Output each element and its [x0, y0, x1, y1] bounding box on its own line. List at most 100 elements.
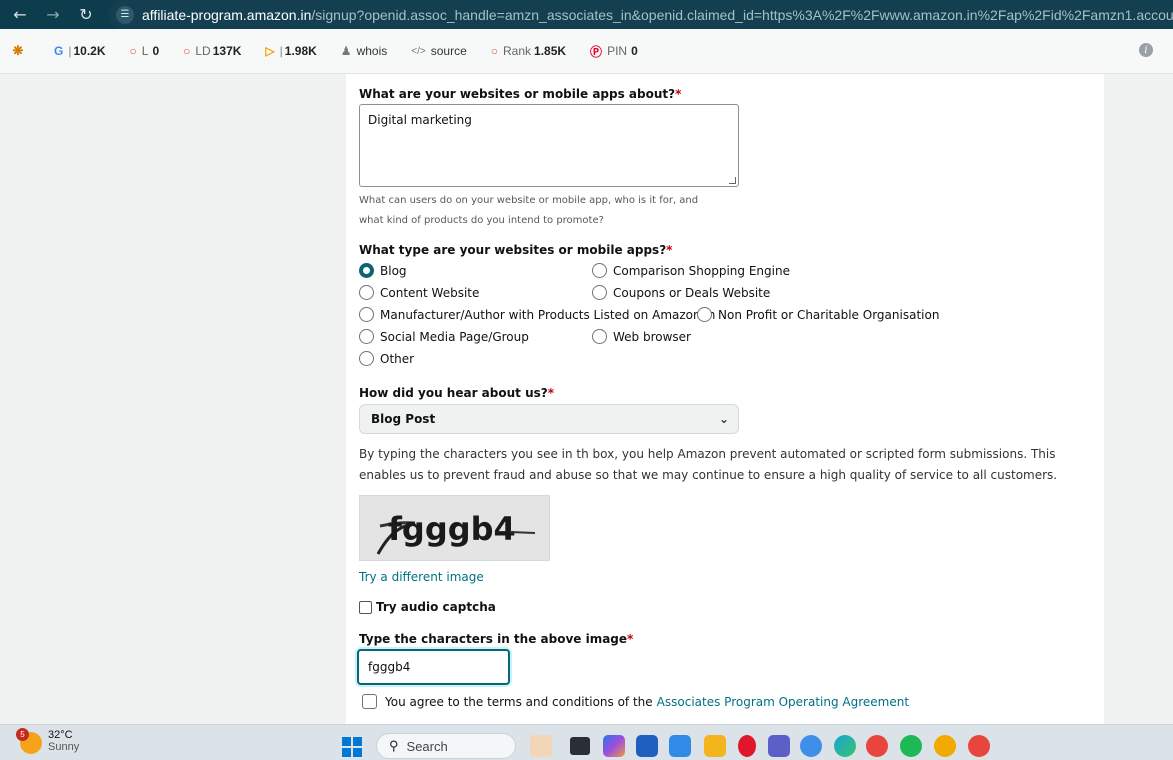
radio-blog[interactable]: Blog [359, 263, 407, 278]
chevron-down-icon: ⌄ [718, 412, 729, 426]
widgets-icon[interactable] [530, 735, 552, 757]
myhp-icon[interactable] [669, 735, 691, 757]
radio-icon[interactable] [592, 263, 607, 278]
resize-grip-icon[interactable] [729, 177, 736, 184]
radio-icon[interactable] [359, 307, 374, 322]
try-different-image-link[interactable]: Try a different image [359, 570, 484, 584]
sun-icon: 5 [16, 728, 42, 754]
pinterest-icon: Ⓟ [590, 44, 603, 59]
websites-about-value: Digital marketing [368, 113, 472, 127]
hear-about-label: How did you hear about us?* [359, 386, 554, 400]
rank-label: Rank [503, 44, 532, 58]
weather-condition: Sunny [48, 741, 80, 753]
google-index-value: 10.2K [73, 44, 106, 58]
info-icon[interactable]: i [1139, 43, 1153, 57]
radio-coupons-deals[interactable]: Coupons or Deals Website [592, 285, 770, 300]
terms-text: You agree to the terms and conditions of… [385, 694, 653, 709]
operating-agreement-link[interactable]: Associates Program Operating Agreement [657, 695, 909, 709]
teams-icon[interactable] [768, 735, 790, 757]
forward-arrow-icon[interactable]: → [41, 3, 65, 27]
captcha-explanation: By typing the characters you see in th b… [359, 447, 1058, 482]
google-index-item[interactable]: G | 10.2K [54, 44, 106, 58]
radio-non-profit[interactable]: Non Profit or Charitable Organisation [697, 307, 939, 322]
hear-about-select[interactable]: Blog Post ⌄ [359, 404, 739, 434]
taskbar: 5 32°C Sunny ⚲ Search [0, 724, 1173, 760]
linking-domains-value: 137K [212, 44, 242, 58]
bing-index-item[interactable]: ▷ | 1.98K [265, 44, 316, 58]
circle-icon: ○ [183, 44, 191, 58]
links-value: 0 [152, 44, 160, 58]
radio-icon[interactable] [359, 351, 374, 366]
captcha-input[interactable]: fgggb4 [357, 649, 510, 685]
radio-checked-icon[interactable] [359, 263, 374, 278]
audio-captcha-label: Try audio captcha [376, 600, 496, 614]
search-icon: ⚲ [389, 738, 399, 753]
opera-icon[interactable] [738, 735, 756, 757]
chrome-profile-icon[interactable] [800, 735, 822, 757]
seoquake-logo-icon[interactable]: ❋ [10, 43, 26, 59]
code-icon: </> [411, 45, 426, 57]
url-path: /signup?openid.assoc_handle=amzn_associa… [311, 6, 1173, 23]
store-icon[interactable] [636, 735, 658, 757]
copilot-icon[interactable] [603, 735, 625, 757]
url-host: affiliate-program.amazon.in [142, 6, 312, 23]
task-view-icon[interactable] [570, 737, 590, 755]
reload-icon[interactable]: ↻ [74, 3, 98, 27]
seo-extension-toolbar: ❋ G | 10.2K ○ L0 ○ LD 137K ▷ | 1.98K ♟ whoi… [0, 29, 1173, 74]
radio-icon[interactable] [592, 285, 607, 300]
websites-about-label: What are your websites or mobile apps ab… [359, 87, 682, 101]
linking-domains-item[interactable]: ○ LD 137K [183, 44, 241, 58]
radio-content-website[interactable]: Content Website [359, 285, 479, 300]
chrome-profile-icon[interactable] [968, 735, 990, 757]
browser-url-bar: ← → ↻ ☰ affiliate-program.amazon.in/sign… [0, 0, 1173, 29]
whois-item[interactable]: ♟ whois [341, 44, 387, 58]
captcha-input-value: fgggb4 [368, 660, 411, 674]
bing-icon: ▷ [265, 44, 275, 58]
rank-value: 1.85K [534, 44, 567, 58]
terms-agreement[interactable]: You agree to the terms and conditions of… [362, 694, 909, 709]
radio-social-media[interactable]: Social Media Page/Group [359, 329, 529, 344]
audio-captcha-option[interactable]: Try audio captcha [359, 600, 496, 614]
captcha-image: fgggb4 [359, 495, 550, 561]
radio-web-browser[interactable]: Web browser [592, 329, 691, 344]
edge-icon[interactable] [834, 735, 856, 757]
source-item[interactable]: </> source [411, 44, 467, 58]
page-background: What are your websites or mobile apps ab… [0, 74, 1173, 724]
captcha-text: fgggb4 [388, 510, 516, 548]
site-info-icon[interactable]: ☰ [116, 5, 134, 24]
weather-widget[interactable]: 5 32°C Sunny [16, 728, 80, 754]
websites-about-textarea[interactable]: Digital marketing [359, 104, 739, 187]
signup-form-card: What are your websites or mobile apps ab… [346, 74, 1104, 724]
weather-temp: 32°C [48, 729, 73, 741]
chrome-profile-icon[interactable] [934, 735, 956, 757]
spotify-icon[interactable] [900, 735, 922, 757]
links-prefix: L [141, 44, 149, 58]
chrome-icon[interactable] [866, 735, 888, 757]
radio-icon[interactable] [359, 329, 374, 344]
linking-domains-prefix: LD [195, 44, 211, 58]
rank-item[interactable]: ○ Rank 1.85K [491, 44, 566, 58]
links-item[interactable]: ○ L0 [130, 44, 160, 58]
radio-icon[interactable] [697, 307, 712, 322]
windows-start-icon[interactable] [342, 737, 362, 757]
pinterest-item[interactable]: Ⓟ PIN 0 [590, 43, 638, 60]
radio-comparison-shopping[interactable]: Comparison Shopping Engine [592, 263, 790, 278]
weather-badge: 5 [16, 728, 29, 741]
bing-index-value: 1.98K [284, 44, 317, 58]
hear-about-value: Blog Post [371, 412, 436, 426]
checkbox-icon[interactable] [359, 600, 372, 614]
address-bar[interactable]: ☰ affiliate-program.amazon.in/signup?ope… [108, 0, 1173, 29]
file-explorer-icon[interactable] [704, 735, 726, 757]
captcha-graphic: fgggb4 [360, 496, 549, 560]
radio-icon[interactable] [592, 329, 607, 344]
type-characters-label: Type the characters in the above image* [359, 632, 634, 646]
back-arrow-icon[interactable]: ← [8, 3, 32, 27]
checkbox-icon[interactable] [362, 694, 377, 709]
radio-other[interactable]: Other [359, 351, 414, 366]
taskbar-search[interactable]: ⚲ Search [376, 733, 516, 759]
pin-value: 0 [631, 44, 638, 58]
radio-icon[interactable] [359, 285, 374, 300]
pin-label: PIN [607, 44, 628, 58]
radio-manufacturer-author[interactable]: Manufacturer/Author with Products Listed… [359, 307, 715, 322]
whois-label: whois [356, 44, 388, 58]
